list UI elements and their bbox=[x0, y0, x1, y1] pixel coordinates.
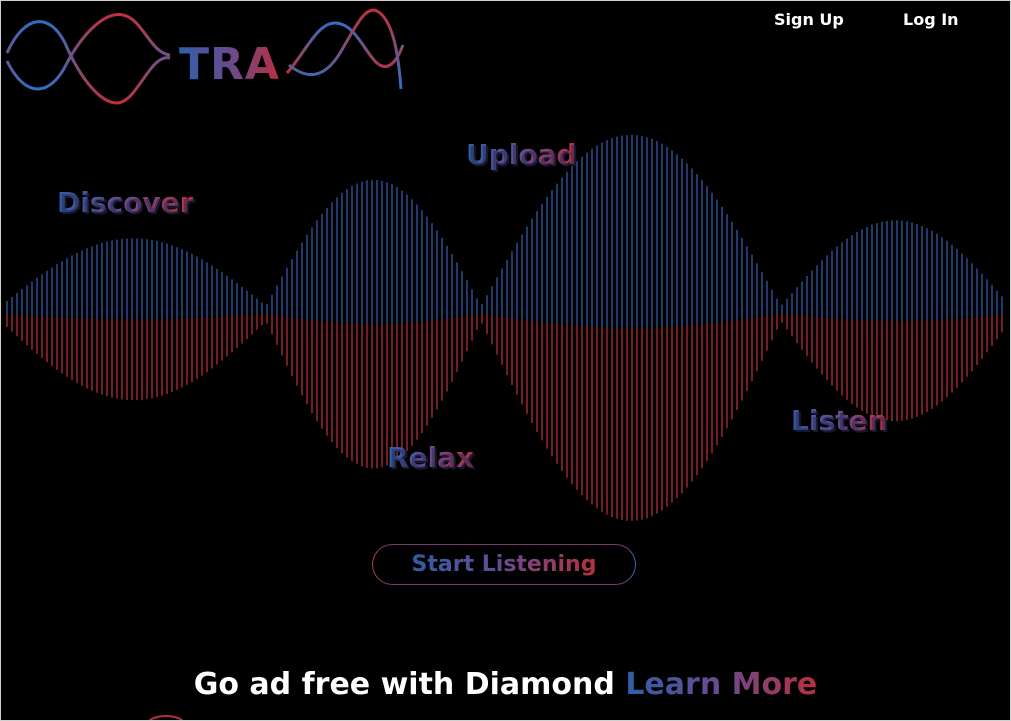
relax-label: Relax bbox=[387, 441, 475, 474]
soundwave-graphic bbox=[6, 134, 1003, 521]
discover-label: Discover bbox=[57, 186, 194, 219]
upload-label: Upload bbox=[466, 138, 577, 171]
log-in-link[interactable]: Log In bbox=[903, 10, 959, 29]
promo-text: Go ad free with Diamond bbox=[193, 667, 615, 702]
logo-text: TRA bbox=[179, 39, 280, 90]
decorative-circle bbox=[146, 715, 186, 720]
promo-banner: Go ad free with Diamond Learn More bbox=[1, 665, 1010, 705]
brand-logo[interactable]: TRA bbox=[5, 3, 405, 111]
sign-up-link[interactable]: Sign Up bbox=[774, 10, 844, 29]
start-listening-label: Start Listening bbox=[411, 552, 597, 577]
landing-page: TRA Sign Up Log In Discover Upload Relax… bbox=[0, 0, 1011, 721]
start-listening-button[interactable]: Start Listening bbox=[372, 544, 636, 585]
learn-more-link[interactable]: Learn More bbox=[625, 667, 817, 702]
listen-label: Listen bbox=[791, 404, 888, 437]
